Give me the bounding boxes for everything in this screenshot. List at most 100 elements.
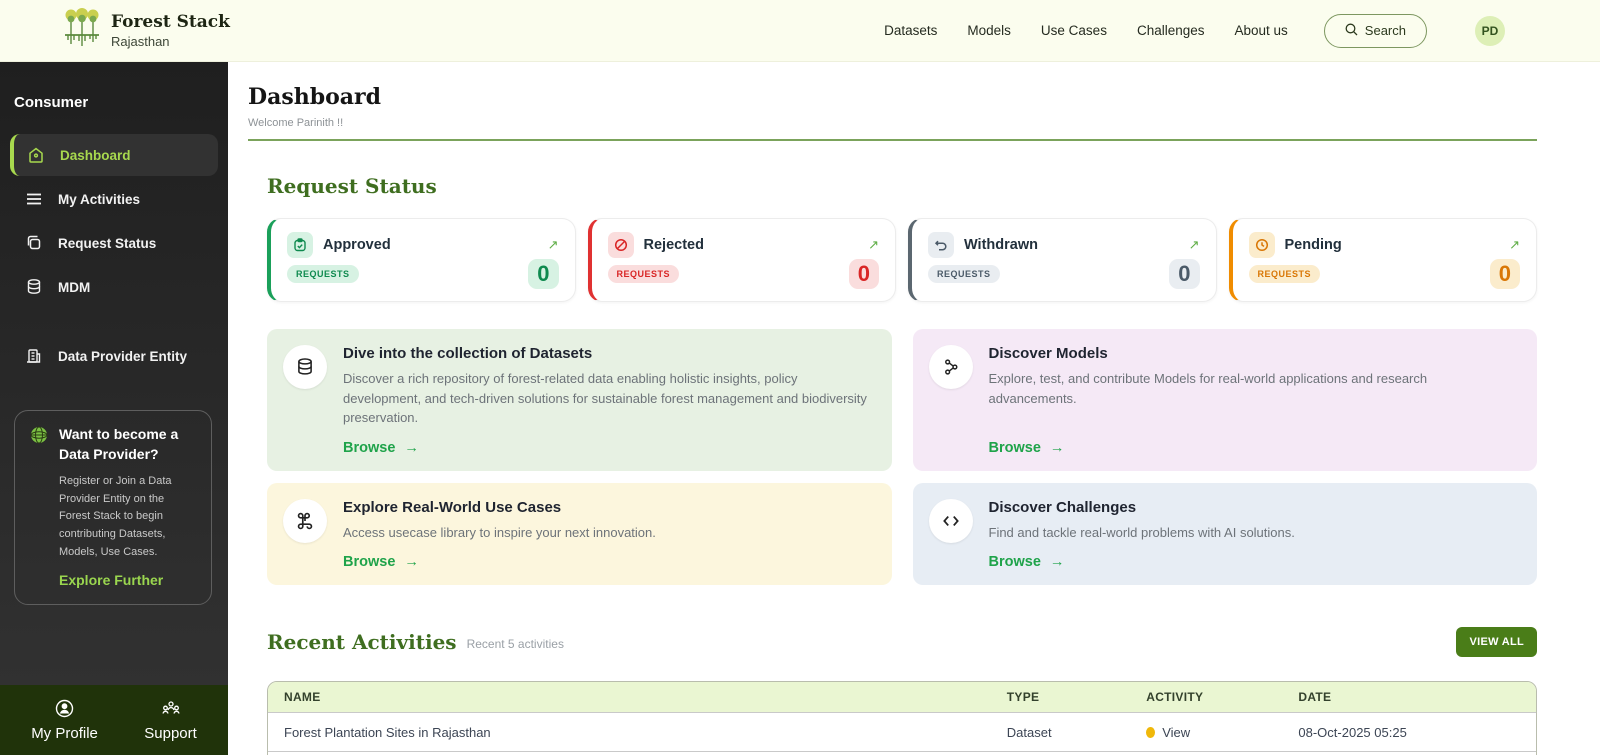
copy-icon	[24, 233, 44, 253]
arrow-right-icon: →	[404, 439, 419, 456]
cell-activity: View	[1130, 712, 1283, 752]
database-icon	[24, 277, 44, 297]
search-button[interactable]: Search	[1323, 13, 1427, 48]
browse-datasets-link[interactable]: Browse →	[343, 428, 872, 456]
external-link-icon[interactable]: ↗	[548, 237, 559, 253]
pending-card[interactable]: Pending ↗ REQUESTS 0	[1228, 218, 1537, 302]
request-status-cards: Approved ↗ REQUESTS 0 Rejected ↗ REQUEST…	[267, 218, 1537, 302]
database-icon	[283, 345, 327, 389]
stat-label: Rejected	[643, 237, 704, 253]
browse-label: Browse	[988, 554, 1041, 570]
arrow-right-icon: →	[1049, 554, 1065, 570]
main-content: Dashboard Welcome Parinith !! Request St…	[228, 62, 1600, 755]
support-label: Support	[144, 724, 197, 742]
brand-subtitle: Rajasthan	[111, 34, 170, 49]
stat-count: 0	[1489, 259, 1520, 289]
requests-badge: REQUESTS	[287, 265, 359, 283]
browse-label: Browse	[343, 439, 396, 456]
top-nav: Datasets Models Use Cases Challenges Abo…	[884, 13, 1505, 48]
browse-models-link[interactable]: Browse →	[989, 428, 1518, 456]
promo-title: Dive into the collection of Datasets	[343, 345, 593, 362]
explore-further-link[interactable]: Explore Further	[29, 572, 197, 588]
requests-badge: REQUESTS	[607, 265, 680, 283]
external-link-icon[interactable]: ↗	[1189, 237, 1200, 253]
person-circle-icon	[55, 699, 74, 722]
browse-use-cases-link[interactable]: Browse →	[343, 542, 872, 570]
external-link-icon[interactable]: ↗	[868, 237, 879, 253]
datasets-promo-card[interactable]: Dive into the collection of Datasets Dis…	[267, 329, 892, 471]
provider-card-title: Want to become a Data Provider?	[59, 426, 179, 462]
withdrawn-card[interactable]: Withdrawn ↗ REQUESTS 0	[908, 218, 1217, 302]
request-status-heading: Request Status	[267, 174, 437, 198]
sidebar-item-mdm[interactable]: MDM	[10, 266, 218, 308]
my-profile-label: My Profile	[31, 724, 98, 742]
sidebar-section-label: Consumer	[14, 94, 89, 111]
cell-name[interactable]: Forest Product Inventory Records for the…	[268, 751, 991, 755]
requests-badge: REQUESTS	[928, 265, 1000, 283]
table-header-row: NAME TYPE ACTIVITY DATE	[268, 682, 1536, 713]
recent-activities-table: NAME TYPE ACTIVITY DATE Forest Plantatio…	[267, 681, 1537, 755]
browse-label: Browse	[343, 554, 396, 570]
use-cases-promo-card[interactable]: Explore Real-World Use Cases Access usec…	[267, 482, 892, 585]
sidebar-item-label: Dashboard	[60, 147, 131, 163]
sidebar-item-label: My Activities	[58, 191, 141, 207]
sidebar-item-dashboard[interactable]: Dashboard	[10, 134, 218, 176]
cell-name[interactable]: Forest Plantation Sites in Rajasthan	[268, 712, 991, 752]
stat-count: 0	[528, 259, 559, 289]
promo-title: Discover Challenges	[988, 498, 1137, 516]
list-icon	[24, 189, 44, 209]
promo-body: Explore, test, and contribute Models for…	[988, 371, 1428, 406]
nav-challenges[interactable]: Challenges	[1137, 23, 1205, 38]
column-name: NAME	[268, 682, 991, 713]
sidebar-item-data-provider-entity[interactable]: Data Provider Entity	[10, 335, 218, 377]
brand-title: Forest Stack	[111, 12, 230, 32]
cell-type: Dataset	[990, 751, 1131, 755]
stat-count: 0	[848, 259, 879, 289]
globe-icon	[29, 425, 49, 464]
stat-label: Withdrawn	[964, 237, 1038, 253]
column-activity: ACTIVITY	[1130, 682, 1283, 713]
sidebar-footer: My Profile Support	[0, 685, 228, 755]
stat-count: 0	[1169, 259, 1200, 289]
view-all-button[interactable]: VIEW ALL	[1456, 627, 1537, 657]
support-button[interactable]: Support	[144, 699, 197, 742]
nav-models[interactable]: Models	[967, 23, 1011, 38]
table-row[interactable]: Forest Plantation Sites in Rajasthan Dat…	[268, 712, 1536, 752]
forest-trees-icon	[63, 8, 101, 53]
rejected-card[interactable]: Rejected ↗ REQUESTS 0	[587, 218, 896, 302]
column-type: TYPE	[990, 682, 1131, 713]
browse-label: Browse	[988, 439, 1041, 456]
sidebar-item-label: Request Status	[58, 235, 157, 251]
nav-about-us[interactable]: About us	[1235, 23, 1288, 38]
undo-arrow-icon	[928, 232, 954, 258]
data-provider-promo-card: Want to become a Data Provider? Register…	[14, 410, 212, 606]
nav-use-cases[interactable]: Use Cases	[1041, 23, 1107, 38]
sidebar-item-my-activities[interactable]: My Activities	[10, 178, 218, 220]
sidebar-item-label: Data Provider Entity	[58, 348, 188, 364]
sidebar-item-request-status[interactable]: Request Status	[10, 222, 218, 264]
arrow-right-icon: →	[1049, 439, 1065, 456]
brand[interactable]: Forest Stack Rajasthan	[63, 8, 230, 53]
page-title: Dashboard	[248, 84, 381, 110]
challenges-promo-card[interactable]: Discover Challenges Find and tackle real…	[912, 482, 1537, 585]
avatar[interactable]: PD	[1475, 15, 1505, 46]
external-link-icon[interactable]: ↗	[1509, 237, 1520, 253]
network-nodes-icon	[928, 345, 973, 389]
browse-challenges-link[interactable]: Browse →	[989, 542, 1518, 570]
approved-card[interactable]: Approved ↗ REQUESTS 0	[267, 218, 576, 302]
arrow-right-icon: →	[404, 554, 419, 570]
nav-datasets[interactable]: Datasets	[884, 23, 937, 38]
stat-label: Approved	[323, 237, 391, 253]
app-header: Forest Stack Rajasthan Datasets Models U…	[0, 0, 1600, 62]
title-divider	[248, 139, 1537, 141]
people-group-icon	[161, 699, 181, 722]
cell-type: Dataset	[990, 712, 1131, 752]
models-promo-card[interactable]: Discover Models Explore, test, and contr…	[912, 329, 1537, 471]
recent-activities-subheading: Recent 5 activities	[466, 637, 564, 651]
building-icon	[24, 346, 44, 366]
table-row[interactable]: Forest Product Inventory Records for the…	[268, 751, 1536, 755]
cell-activity: View	[1130, 751, 1283, 755]
my-profile-button[interactable]: My Profile	[31, 699, 98, 742]
provider-card-body: Register or Join a Data Provider Entity …	[59, 475, 172, 558]
cell-date: 08-Oct-2025 05:25	[1282, 712, 1536, 752]
